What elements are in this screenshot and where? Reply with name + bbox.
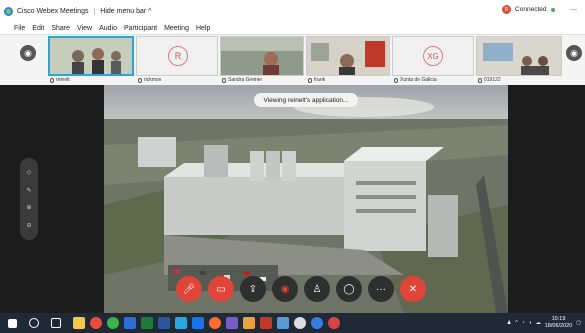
minimize-icon[interactable]: — [571,6,578,13]
menu-audio[interactable]: Audio [99,25,117,32]
cloud-icon[interactable]: ☁ [536,320,541,326]
calendar-icon[interactable] [277,317,289,329]
close-icon: ✕ [408,283,418,295]
menu-view[interactable]: View [77,25,92,32]
browser-icon[interactable] [107,317,119,329]
record-button[interactable]: ◉ [272,276,298,302]
meeting-controls: 🎤︎ ▭ ⇪ ◉ ♙ ◯ ··· ✕ [176,276,426,304]
skype-business-icon[interactable] [192,317,204,329]
participant-video-xunta[interactable]: XG [392,36,474,76]
video-button[interactable]: ▭ [208,276,234,302]
menu-share[interactable]: Share [51,25,70,32]
mute-icon: 🎤︎ [182,283,196,295]
search-icon[interactable] [29,318,39,328]
participant-label: rickmov [138,76,161,84]
wifi-icon[interactable]: ◔ [522,320,525,326]
mic-icon [394,77,398,83]
participant-initial: XG [423,46,443,66]
mic-icon [222,77,226,83]
participant-video-reinelt[interactable] [48,36,134,76]
participants-button[interactable]: ♙ [304,276,330,302]
participant-video-rickmov[interactable]: R [136,36,218,76]
excel-icon[interactable] [141,317,153,329]
participant-initial: R [168,46,188,66]
chat-icon: ◯ [343,283,355,295]
strip-next-button[interactable]: ◉ [566,45,582,61]
participant-video-019122[interactable] [476,36,562,76]
title-separator: | [93,7,96,15]
annotate-icon[interactable]: ✎ [26,187,31,194]
mute-button[interactable]: 🎤︎ [176,276,202,302]
firefox-icon[interactable] [209,317,221,329]
menu-participant[interactable]: Participant [124,25,157,32]
pin-icon[interactable]: ◇ [27,169,32,176]
participant-video-sandra[interactable] [220,36,304,76]
file-explorer-icon[interactable] [73,317,85,329]
settings-gear-icon[interactable] [294,317,306,329]
viewing-toast: Viewing reinelt's application... [254,93,358,107]
hide-menu-button[interactable]: Hide menu bar ^ [100,8,151,15]
participant-strip: ◉ reinelt R rickmov Sandra Greiner frank… [0,35,585,85]
share-icon: ⇪ [248,283,258,295]
volume-icon[interactable]: ◖ [529,320,532,326]
record-icon: ◉ [280,283,290,295]
webex-logo-icon [4,6,13,16]
mic-icon [50,77,54,83]
participant-label: reinelt [50,76,70,84]
view-side-toolbar: ◇ ✎ ⊕ ⊖ [20,158,38,240]
strip-prev-button[interactable]: ◉ [20,45,36,61]
connected-indicator-icon [550,7,555,12]
title-status-area: R Connected — [502,5,577,14]
windows-start-icon[interactable] [8,318,17,328]
video-off-icon: ▭ [216,283,226,295]
notifications-icon[interactable]: ▢ [576,320,581,326]
participant-video-frank[interactable] [306,36,390,76]
participant-label: frank [308,76,325,84]
taskbar-clock[interactable]: 10:19 18/06/2020 [545,316,573,330]
app-icon[interactable] [243,317,255,329]
windows-taskbar [0,313,585,333]
menu-meeting[interactable]: Meeting [164,25,189,32]
menu-edit[interactable]: Edit [32,25,44,32]
share-button[interactable]: ⇪ [240,276,266,302]
participant-label: Sandra Greiner [222,76,262,84]
teams-icon[interactable] [226,317,238,329]
zoom-in-icon[interactable]: ⊕ [26,204,31,211]
pdf-icon[interactable] [260,317,272,329]
menu-help[interactable]: Help [196,25,210,32]
video-frame-icon [50,38,132,74]
participant-label: Xunta de Galicia [394,76,437,84]
participant-label: 019122 [478,76,501,84]
mic-icon [138,77,142,83]
system-tray: ♟ ^ ◔ ◖ ☁ 10:19 18/06/2020 ▢ [507,315,581,331]
task-view-icon[interactable] [51,318,61,328]
chat-button[interactable]: ◯ [336,276,362,302]
zoom-out-icon[interactable]: ⊖ [26,222,31,229]
outlook-icon[interactable] [124,317,136,329]
menu-bar: File Edit Share View Audio Participant M… [0,22,585,35]
people-icon[interactable]: ♟ [507,320,511,326]
video-frame-icon [307,37,389,75]
clock-time: 10:19 [551,316,566,322]
mic-icon [478,77,482,83]
menu-file[interactable]: File [14,25,25,32]
chrome-icon[interactable] [90,317,102,329]
skype-icon[interactable] [175,317,187,329]
video-frame-icon [477,37,561,75]
user-avatar[interactable]: R [502,5,512,14]
more-button[interactable]: ··· [368,276,394,302]
webex-taskbar-icon[interactable] [311,317,323,329]
video-frame-icon [221,37,303,75]
more-icon: ··· [376,283,386,295]
clock-date: 18/06/2020 [544,323,573,329]
app-title: Cisco Webex Meetings [17,7,89,15]
word-icon[interactable] [158,317,170,329]
participants-icon: ♙ [312,283,322,295]
mic-icon [308,77,312,83]
end-meeting-button[interactable]: ✕ [400,276,426,302]
chevron-up-icon[interactable]: ^ [515,320,517,326]
app-red-icon[interactable] [328,317,340,329]
title-bar: Cisco Webex Meetings | Hide menu bar ^ R… [0,0,585,22]
connection-status: Connected [515,6,547,13]
